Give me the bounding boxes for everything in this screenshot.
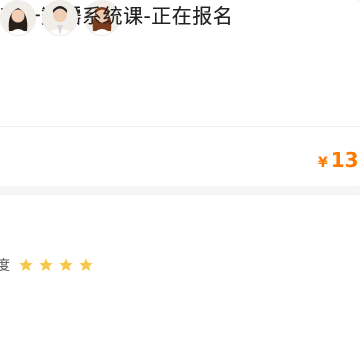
difficulty-rating: 度 xyxy=(0,255,94,275)
card-divider xyxy=(0,126,360,127)
star-icon xyxy=(39,258,53,271)
course-price: ¥13 xyxy=(318,148,359,172)
person-portrait-icon xyxy=(1,1,35,35)
course-card-english[interactable] xyxy=(0,195,360,360)
difficulty-label: 度 xyxy=(0,258,10,274)
person-portrait-icon xyxy=(43,1,77,35)
price-currency-symbol: ¥ xyxy=(318,155,328,171)
price-amount: 13 xyxy=(330,148,359,172)
teacher-avatar xyxy=(42,0,78,36)
star-icon xyxy=(19,258,33,271)
star-icon xyxy=(79,258,93,271)
teacher-avatar xyxy=(0,0,36,36)
course-list-viewport: 高一数学系统课-正在报名 xyxy=(0,0,360,360)
teacher-avatars-english xyxy=(0,0,78,36)
card-separator xyxy=(0,186,360,195)
star-icon xyxy=(59,258,73,271)
